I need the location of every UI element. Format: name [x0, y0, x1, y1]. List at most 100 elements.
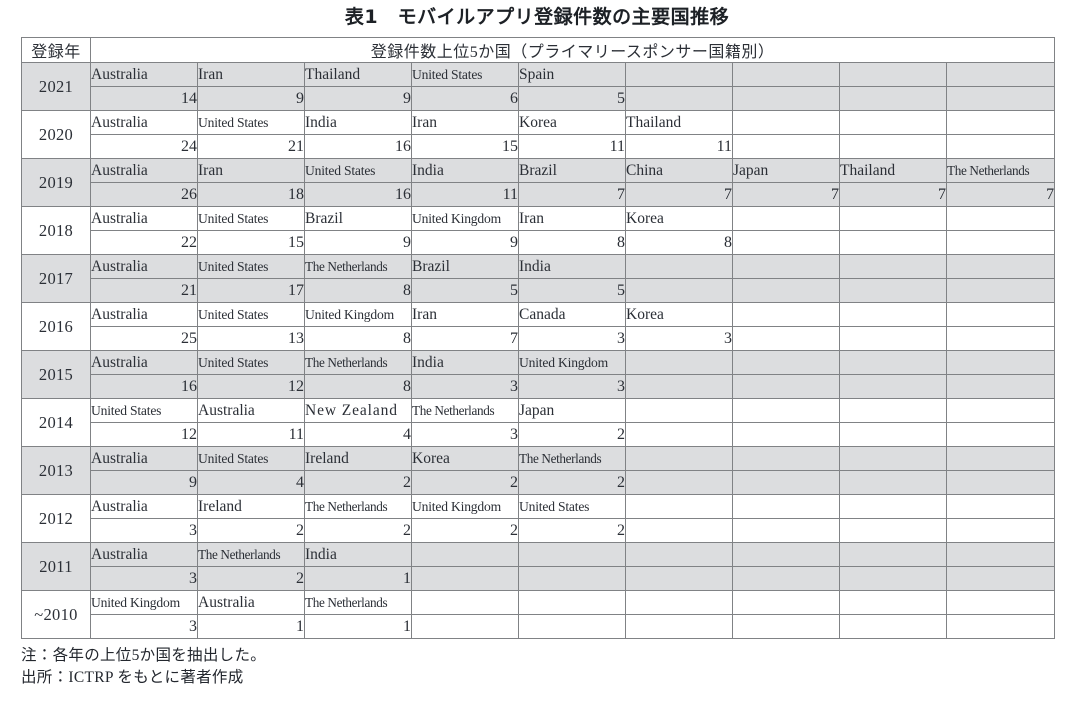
empty-cell [625, 422, 733, 447]
country-name-cell: United States [304, 158, 412, 183]
count-value-cell: 17 [197, 278, 305, 303]
country-name-cell: Japan [732, 158, 840, 183]
empty-cell [945, 350, 1056, 375]
country-name-cell: United States [518, 494, 626, 519]
count-value-cell: 11 [197, 422, 305, 447]
table-row: 25 13 8 7 3 3 [22, 326, 1056, 351]
empty-cell [945, 86, 1056, 111]
country-name-cell: Korea [518, 110, 626, 135]
count-value-cell: 2 [304, 518, 412, 543]
country-name-cell: Australia [90, 254, 198, 279]
count-value-cell: 5 [518, 278, 626, 303]
empty-cell [732, 470, 840, 495]
country-name-cell: Thailand [839, 158, 947, 183]
year-cell: 2016 [21, 302, 91, 351]
country-name-cell: Australia [90, 62, 198, 87]
country-name-cell: Spain [518, 62, 626, 87]
count-value-cell: 24 [90, 134, 198, 159]
empty-cell [945, 398, 1056, 423]
count-value-cell: 3 [90, 566, 198, 591]
count-value-cell: 7 [625, 182, 733, 207]
table-header-row: 登録年 登録件数上位5か国（プライマリースポンサー国籍別） [21, 37, 1056, 63]
count-value-cell: 3 [518, 374, 626, 399]
count-value-cell: 18 [197, 182, 305, 207]
empty-cell [625, 350, 733, 375]
empty-cell [625, 86, 733, 111]
table-row: 2016 Australia United States United Kingdom… [21, 302, 1056, 351]
country-name-cell: United States [197, 254, 305, 279]
country-name-cell: India [411, 158, 519, 183]
empty-cell [732, 518, 840, 543]
empty-cell [945, 518, 1056, 543]
count-value-cell: 2 [518, 422, 626, 447]
count-value-cell: 15 [411, 134, 519, 159]
country-name-cell: Australia [90, 446, 198, 471]
table-row: 26 18 16 11 7 7 7 7 7 [22, 182, 1056, 207]
count-value-cell: 12 [197, 374, 305, 399]
count-value-cell: 9 [197, 86, 305, 111]
count-value-cell: 3 [518, 326, 626, 351]
empty-cell [625, 590, 733, 615]
country-name-cell: India [518, 254, 626, 279]
count-value-cell: 3 [411, 374, 519, 399]
count-value-cell: 3 [90, 518, 198, 543]
count-value-cell: 1 [304, 614, 412, 639]
country-name-cell: The Netherlands [518, 446, 626, 471]
count-value-cell: 21 [90, 278, 198, 303]
count-value-cell: 8 [304, 326, 412, 351]
country-name-cell: Iran [197, 62, 305, 87]
empty-cell [945, 614, 1056, 639]
count-value-cell: 15 [197, 230, 305, 255]
country-name-cell: Australia [90, 158, 198, 183]
year-cell: 2018 [21, 206, 91, 255]
empty-cell [945, 278, 1056, 303]
empty-cell [945, 134, 1056, 159]
empty-cell [945, 206, 1056, 231]
empty-cell [945, 494, 1056, 519]
empty-cell [839, 302, 947, 327]
empty-cell [945, 326, 1056, 351]
empty-cell [411, 590, 519, 615]
empty-cell [518, 614, 626, 639]
table-row: 2012 Australia Ireland The Netherlands Unite… [21, 494, 1056, 543]
empty-cell [945, 374, 1056, 399]
count-value-cell: 13 [197, 326, 305, 351]
empty-cell [625, 470, 733, 495]
empty-cell [945, 62, 1056, 87]
empty-cell [732, 278, 840, 303]
count-value-cell: 26 [90, 182, 198, 207]
count-value-cell: 9 [90, 470, 198, 495]
count-value-cell: 2 [411, 518, 519, 543]
empty-cell [839, 542, 947, 567]
country-name-cell: United States [197, 350, 305, 375]
count-value-cell: 7 [411, 326, 519, 351]
empty-cell [732, 134, 840, 159]
count-value-cell: 11 [625, 134, 733, 159]
country-name-cell: Iran [411, 302, 519, 327]
table-row: 32222 [22, 518, 1056, 543]
empty-cell [839, 326, 947, 351]
empty-cell [839, 518, 947, 543]
country-name-cell: Canada [518, 302, 626, 327]
source-line: 出所：ICTRP をもとに著者作成 [21, 669, 244, 686]
table-row: 2014 United States Australia New Zealand The… [21, 398, 1056, 447]
country-name-cell: Australia [90, 302, 198, 327]
count-value-cell: 22 [90, 230, 198, 255]
empty-cell [945, 110, 1056, 135]
empty-cell [732, 326, 840, 351]
empty-cell [945, 302, 1056, 327]
empty-cell [625, 278, 733, 303]
year-cell: 2020 [21, 110, 91, 159]
count-value-cell: 2 [411, 470, 519, 495]
note-line: 注：各年の上位5か国を抽出した。 [21, 647, 267, 664]
empty-cell [411, 566, 519, 591]
count-value-cell: 8 [304, 374, 412, 399]
table-row: 2013 Australia United States Ireland Korea Th… [21, 446, 1056, 495]
empty-cell [732, 494, 840, 519]
empty-cell [945, 230, 1056, 255]
count-value-cell: 9 [304, 86, 412, 111]
table-row: 2019 Australia Iran United States India Brazi… [21, 158, 1056, 207]
country-name-cell: United States [197, 446, 305, 471]
country-name-cell: Korea [625, 206, 733, 231]
empty-cell [732, 398, 840, 423]
